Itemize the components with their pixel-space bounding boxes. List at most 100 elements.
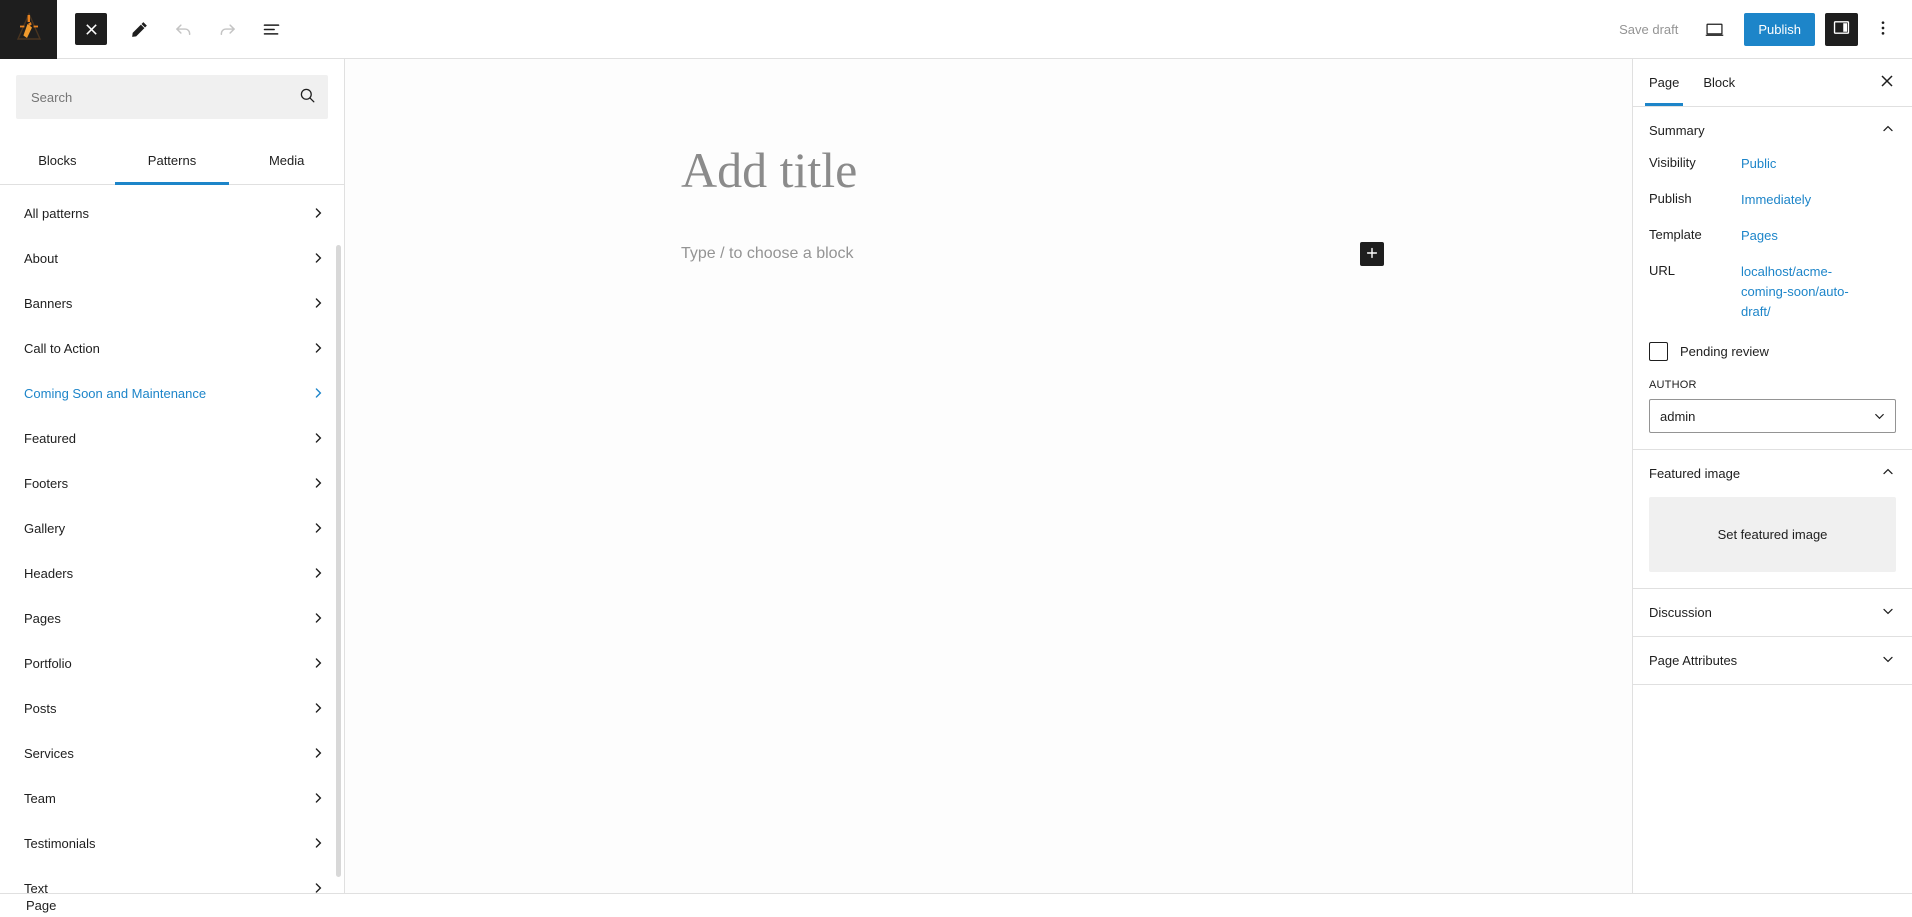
tab-block-label: Block	[1703, 75, 1736, 90]
tab-patterns[interactable]: Patterns	[114, 137, 230, 185]
summary-panel-body: Visibility Public Publish Immediately Te…	[1633, 154, 1912, 449]
inserter-scrollbar[interactable]	[336, 245, 341, 877]
edit-mode-button[interactable]	[117, 7, 161, 51]
page-attributes-panel-header[interactable]: Page Attributes	[1633, 637, 1912, 684]
set-featured-image-button[interactable]: Set featured image	[1649, 497, 1896, 573]
search-input[interactable]	[17, 89, 287, 105]
pattern-category-list[interactable]: All patterns About Banners Call to Action Co…	[0, 185, 344, 917]
canvas-content: Add title Type / to choose a block	[345, 59, 1632, 266]
discussion-panel-title: Discussion	[1649, 605, 1712, 621]
tab-media-label: Media	[268, 153, 305, 168]
featured-image-panel-body: Set featured image	[1633, 497, 1912, 588]
close-settings-sidebar-button[interactable]	[1870, 66, 1904, 100]
summary-panel: Summary Visibility Public Publish Immedi…	[1633, 107, 1912, 451]
editor-app: Save draft Publish Search Blocks Pattern…	[0, 0, 1912, 917]
summary-panel-header[interactable]: Summary	[1633, 107, 1912, 154]
pattern-category-item[interactable]: Banners	[0, 283, 344, 323]
tab-media[interactable]: Media	[229, 137, 344, 184]
pattern-category-label: Posts	[24, 700, 57, 716]
tab-page[interactable]: Page	[1637, 59, 1691, 106]
editor-status-bar: Page	[0, 893, 1912, 917]
preview-button[interactable]	[1692, 7, 1736, 51]
search-submit-button[interactable]	[287, 77, 327, 117]
summary-row-visibility: Visibility Public	[1649, 154, 1896, 176]
inserter-search-area	[0, 59, 344, 129]
chevron-right-icon	[310, 610, 326, 626]
pattern-category-item[interactable]: Services	[0, 733, 344, 773]
site-logo-button[interactable]	[0, 0, 57, 59]
pattern-category-item[interactable]: Team	[0, 778, 344, 818]
pending-review-row: Pending review	[1649, 342, 1896, 362]
redo-arrow-icon	[217, 19, 238, 40]
settings-sidebar-panel-icon	[1832, 18, 1851, 40]
chevron-right-icon	[310, 790, 326, 806]
search-box	[16, 75, 328, 119]
document-overview-button[interactable]	[249, 7, 293, 51]
chevron-right-icon	[310, 565, 326, 581]
author-select-wrap: admin	[1649, 399, 1896, 434]
page-attributes-panel-title: Page Attributes	[1649, 653, 1738, 669]
pattern-category-item[interactable]: Pages	[0, 598, 344, 638]
close-editor-button[interactable]	[75, 13, 107, 45]
template-label: Template	[1649, 227, 1702, 242]
post-title-input[interactable]: Add title	[345, 143, 1632, 198]
pattern-category-item[interactable]: Headers	[0, 553, 344, 593]
url-label: URL	[1649, 263, 1676, 278]
pattern-category-item[interactable]: Footers	[0, 463, 344, 503]
topbar-left-tools	[57, 0, 293, 58]
more-options-vertical-dots-icon	[1873, 18, 1893, 41]
save-draft-button[interactable]: Save draft	[1607, 14, 1690, 45]
editor-top-toolbar: Save draft Publish	[0, 0, 1912, 59]
pencil-edit-icon	[129, 19, 150, 40]
template-value-button[interactable]: Pages	[1741, 226, 1778, 246]
chevron-right-icon	[310, 745, 326, 761]
wordpress-site-logo-icon	[16, 12, 42, 47]
tab-blocks[interactable]: Blocks	[0, 137, 115, 184]
page-attributes-panel: Page Attributes	[1633, 637, 1912, 686]
chevron-right-icon	[310, 205, 326, 221]
pattern-category-label: Headers	[24, 565, 74, 581]
visibility-label: Visibility	[1649, 155, 1696, 170]
publish-button[interactable]: Publish	[1744, 12, 1815, 46]
undo-button[interactable]	[161, 7, 205, 51]
chevron-up-icon	[1880, 464, 1896, 483]
url-value-button[interactable]: localhost/acme-coming-soon/auto-draft/	[1741, 262, 1851, 322]
discussion-panel-header[interactable]: Discussion	[1633, 589, 1912, 636]
more-options-button[interactable]	[1866, 12, 1900, 46]
chevron-right-icon	[310, 385, 326, 401]
pending-review-checkbox[interactable]	[1649, 342, 1668, 362]
chevron-down-icon	[1880, 603, 1896, 622]
pending-review-label: Pending review	[1680, 344, 1769, 360]
chevron-right-icon	[310, 430, 326, 446]
chevron-right-icon	[310, 340, 326, 356]
discussion-panel: Discussion	[1633, 589, 1912, 638]
pattern-category-item[interactable]: Portfolio	[0, 643, 344, 683]
status-bar-label: Page	[26, 898, 57, 913]
pattern-category-item[interactable]: All patterns	[0, 193, 344, 233]
pattern-category-item[interactable]: About	[0, 238, 344, 278]
pattern-category-label: Team	[24, 790, 56, 806]
pattern-category-label: Coming Soon and Maintenance	[24, 385, 207, 401]
redo-button[interactable]	[205, 7, 249, 51]
block-placeholder-text[interactable]: Type / to choose a block	[681, 245, 1360, 263]
pattern-category-item[interactable]: Featured	[0, 418, 344, 458]
pattern-category-item[interactable]: Posts	[0, 688, 344, 728]
publish-value-button[interactable]: Immediately	[1741, 190, 1811, 210]
author-label: AUTHOR	[1649, 379, 1697, 392]
topbar-right-tools: Save draft Publish	[1607, 0, 1912, 58]
featured-image-panel-header[interactable]: Featured image	[1633, 450, 1912, 497]
pattern-category-item[interactable]: Gallery	[0, 508, 344, 548]
pattern-category-label: All patterns	[24, 205, 90, 221]
add-block-button[interactable]	[1360, 242, 1384, 266]
pattern-category-item[interactable]: Call to Action	[0, 328, 344, 368]
tab-page-underline	[1645, 103, 1684, 106]
settings-sidebar-toggle-button[interactable]	[1825, 12, 1858, 46]
visibility-value-button[interactable]: Public	[1741, 154, 1776, 174]
editor-canvas[interactable]: Add title Type / to choose a block	[345, 59, 1632, 917]
chevron-down-icon	[1880, 651, 1896, 670]
tab-block[interactable]: Block	[1691, 59, 1747, 106]
pattern-category-item[interactable]: Coming Soon and Maintenance	[0, 373, 344, 413]
author-select[interactable]: admin	[1649, 399, 1896, 434]
summary-row-url: URL localhost/acme-coming-soon/auto-draf…	[1649, 262, 1896, 322]
pattern-category-item[interactable]: Testimonials	[0, 823, 344, 863]
